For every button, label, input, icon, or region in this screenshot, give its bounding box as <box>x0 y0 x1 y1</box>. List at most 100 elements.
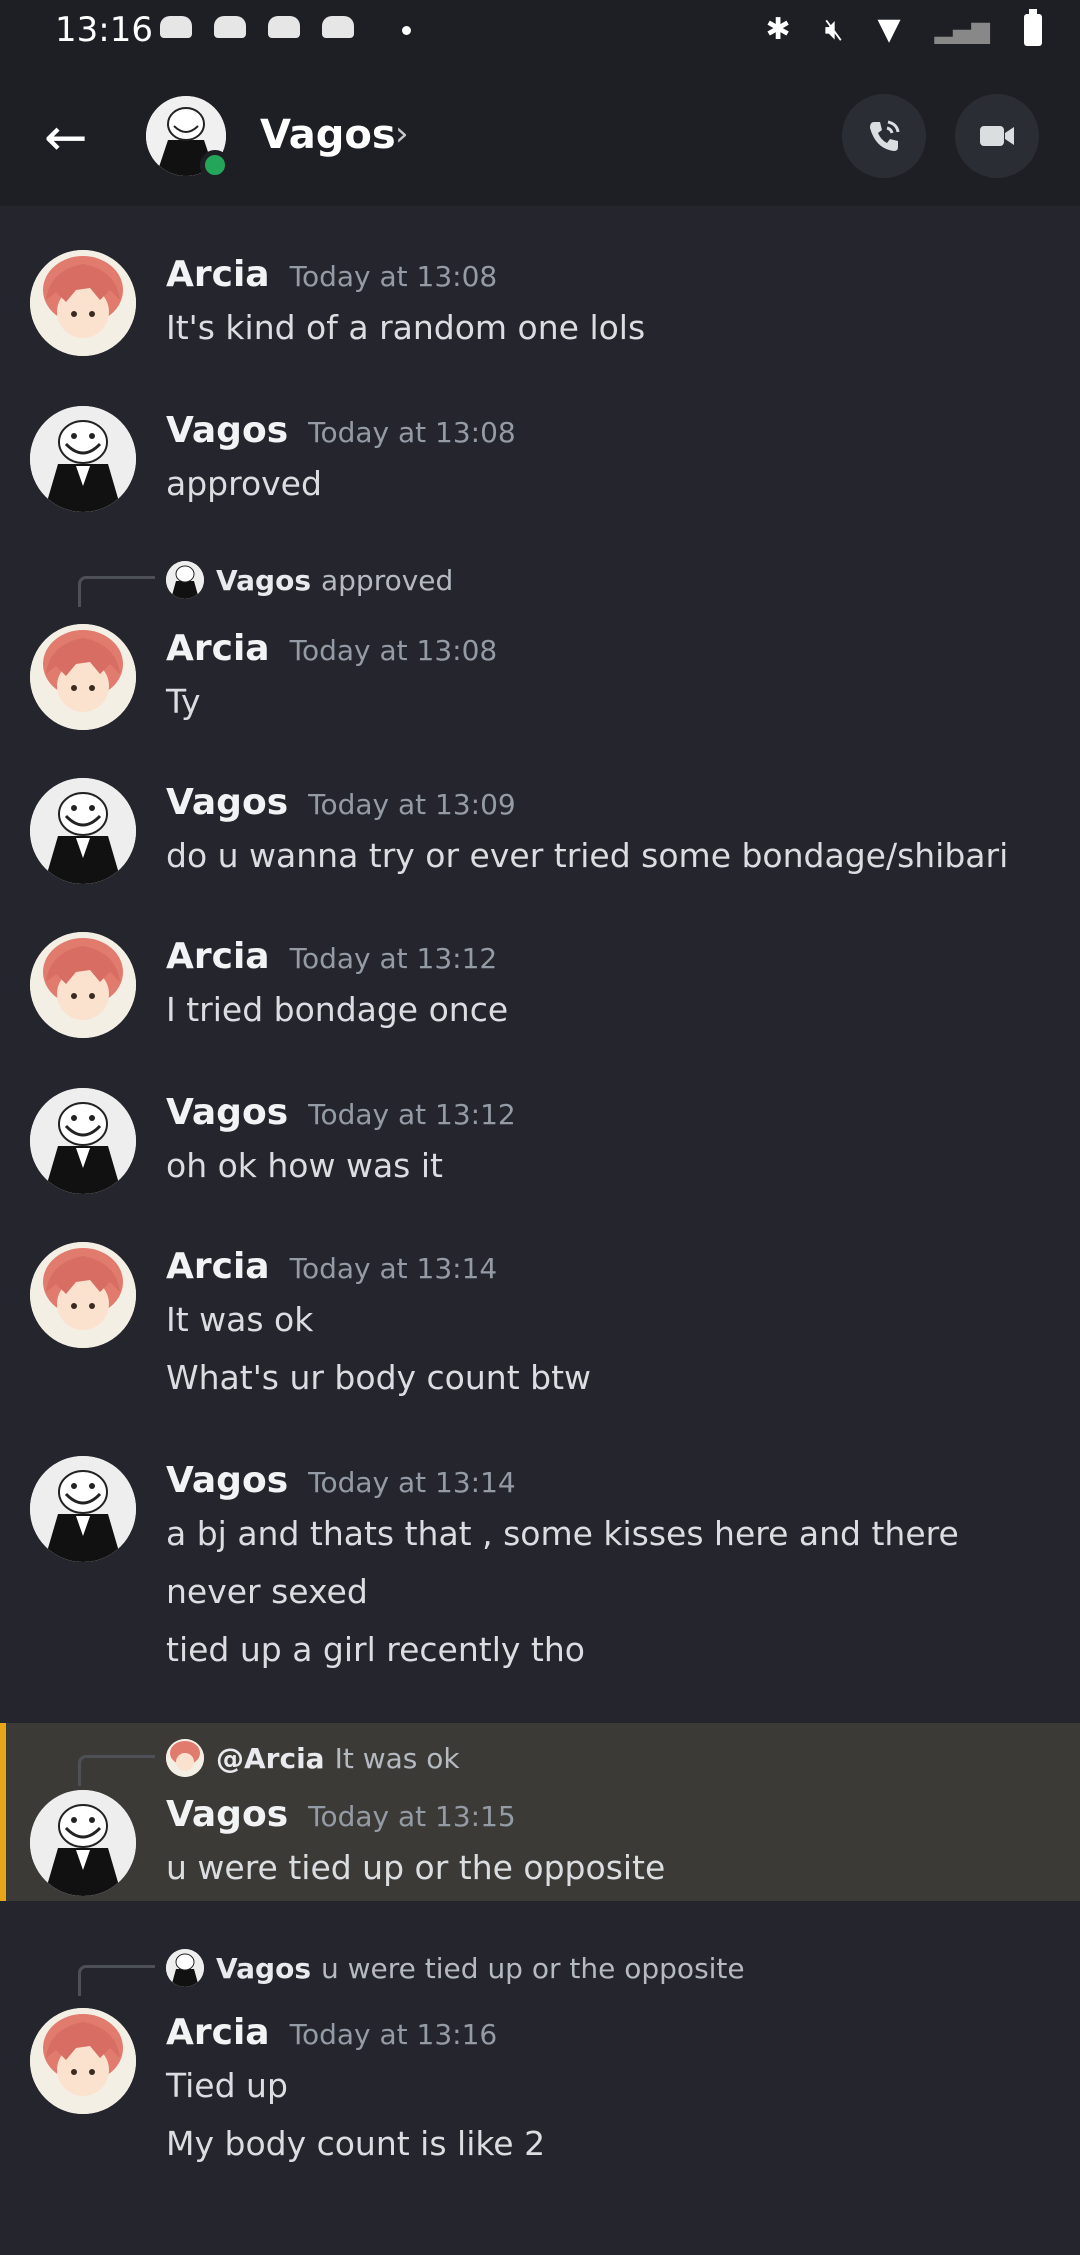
arrow-left-icon: ← <box>44 108 88 168</box>
author-name[interactable]: Arcia <box>166 1246 270 1287</box>
message-text: What's ur body count btw <box>166 1358 592 1397</box>
message-text: never sexed <box>166 1572 368 1611</box>
author-name[interactable]: Vagos <box>166 1460 288 1501</box>
message-timestamp: Today at 13:14 <box>289 1252 498 1285</box>
troll-face-avatar-icon <box>30 406 136 512</box>
system-icons: ✱ 🔇︎ ▼ ▂▄▆ <box>765 8 1042 47</box>
online-status-dot <box>200 150 230 180</box>
troll-face-avatar-icon <box>166 561 204 599</box>
troll-face-avatar-icon <box>30 1456 136 1562</box>
message-author[interactable]: Vagos Today at 13:15 <box>166 1794 516 1835</box>
message-timestamp: Today at 13:16 <box>289 2018 498 2051</box>
anime-avatar-icon <box>30 624 136 730</box>
avatar[interactable] <box>30 624 136 730</box>
avatar[interactable] <box>30 406 136 512</box>
avatar[interactable] <box>30 1242 136 1348</box>
reply-reference[interactable]: Vagos u were tied up or the opposite <box>166 1948 745 1988</box>
message-text: a bj and thats that , some kisses here a… <box>166 1514 959 1553</box>
message-timestamp: Today at 13:08 <box>308 416 516 449</box>
message-text: do u wanna try or ever tried some bondag… <box>166 836 1009 875</box>
message-timestamp: Today at 13:09 <box>308 788 516 821</box>
author-name[interactable]: Vagos <box>166 1092 288 1133</box>
avatar[interactable] <box>30 1790 136 1896</box>
avatar[interactable] <box>30 2008 136 2114</box>
message-text: oh ok how was it <box>166 1146 443 1185</box>
reply-spine <box>78 1755 155 1786</box>
avatar[interactable] <box>30 778 136 884</box>
status-time: 13:16 <box>55 10 153 50</box>
message-text: It was ok <box>166 1300 314 1339</box>
avatar[interactable] <box>30 1456 136 1562</box>
message-author[interactable]: Arcia Today at 13:12 <box>166 936 497 977</box>
avatar[interactable] <box>30 250 136 356</box>
chevron-right-icon[interactable]: › <box>395 114 409 154</box>
reply-text: It was ok <box>334 1741 460 1775</box>
message-timestamp: Today at 13:08 <box>289 634 498 667</box>
author-name[interactable]: Vagos <box>166 410 288 451</box>
message-author[interactable]: Vagos Today at 13:14 <box>166 1460 516 1501</box>
message-author[interactable]: Arcia Today at 13:16 <box>166 2012 497 2053</box>
message-list[interactable]: Arcia Today at 13:08 It's kind of a rando… <box>0 206 1080 2255</box>
message-author[interactable]: Arcia Today at 13:14 <box>166 1246 497 1287</box>
reply-text: approved <box>320 563 454 597</box>
author-name[interactable]: Arcia <box>166 254 270 295</box>
troll-face-avatar-icon <box>166 1949 204 1987</box>
message-timestamp: Today at 13:14 <box>308 1466 516 1499</box>
bluetooth-icon: ✱ <box>765 12 791 47</box>
chat-header: ← Vagos › <box>0 70 1080 206</box>
reply-author[interactable]: @Arcia <box>216 1742 325 1775</box>
message-text: My body count is like 2 <box>166 2124 546 2163</box>
game-controller-icon <box>268 16 300 38</box>
video-call-button[interactable] <box>955 94 1039 178</box>
author-name[interactable]: Arcia <box>166 2012 270 2053</box>
anime-avatar-icon <box>30 250 136 356</box>
troll-face-avatar-icon <box>30 778 136 884</box>
message-author[interactable]: Vagos Today at 13:08 <box>166 410 516 451</box>
message-author[interactable]: Vagos Today at 13:12 <box>166 1092 516 1133</box>
troll-face-avatar-icon <box>30 1790 136 1896</box>
message-text: u were tied up or the opposite <box>166 1848 666 1887</box>
message-text: tied up a girl recently tho <box>166 1630 585 1669</box>
status-bar: 13:16 ✱ 🔇︎ ▼ ▂▄▆ <box>0 0 1080 70</box>
message-author[interactable]: Arcia Today at 13:08 <box>166 254 497 295</box>
anime-avatar-icon <box>166 1739 204 1777</box>
signal-icon: ▂▄▆ <box>934 15 990 44</box>
message-text: approved <box>166 464 322 503</box>
reply-avatar <box>166 1739 204 1777</box>
reply-author[interactable]: Vagos <box>216 564 311 597</box>
video-camera-icon <box>980 126 1014 146</box>
message-timestamp: Today at 13:12 <box>289 942 498 975</box>
message-text: I tried bondage once <box>166 990 509 1029</box>
game-controller-icon <box>322 16 354 38</box>
battery-icon <box>1024 8 1042 46</box>
author-name[interactable]: Arcia <box>166 936 270 977</box>
author-name[interactable]: Arcia <box>166 628 270 669</box>
anime-avatar-icon <box>30 932 136 1038</box>
wifi-icon: ▼ <box>877 12 901 47</box>
author-name[interactable]: Vagos <box>166 1794 288 1835</box>
reply-reference[interactable]: @Arcia It was ok <box>166 1738 460 1778</box>
anime-avatar-icon <box>30 1242 136 1348</box>
voice-call-button[interactable] <box>842 94 926 178</box>
phone-call-icon <box>870 120 900 151</box>
reply-avatar <box>166 1949 204 1987</box>
troll-face-avatar-icon <box>30 1088 136 1194</box>
page-title[interactable]: Vagos <box>260 112 396 158</box>
message-author[interactable]: Vagos Today at 13:09 <box>166 782 516 823</box>
reply-spine <box>78 576 155 607</box>
reply-reference[interactable]: Vagos approved <box>166 560 453 600</box>
avatar[interactable] <box>30 932 136 1038</box>
message-timestamp: Today at 13:15 <box>308 1800 516 1833</box>
author-name[interactable]: Vagos <box>166 782 288 823</box>
avatar[interactable] <box>30 1088 136 1194</box>
mute-icon: 🔇︎ <box>824 12 844 47</box>
reply-avatar <box>166 561 204 599</box>
anime-avatar-icon <box>30 2008 136 2114</box>
reply-text: u were tied up or the opposite <box>320 1951 745 1985</box>
message-timestamp: Today at 13:08 <box>289 260 498 293</box>
message-author[interactable]: Arcia Today at 13:08 <box>166 628 497 669</box>
reply-author[interactable]: Vagos <box>216 1952 311 1985</box>
reply-spine <box>78 1965 155 1996</box>
back-button[interactable]: ← <box>44 108 88 168</box>
game-controller-icon <box>160 16 192 38</box>
